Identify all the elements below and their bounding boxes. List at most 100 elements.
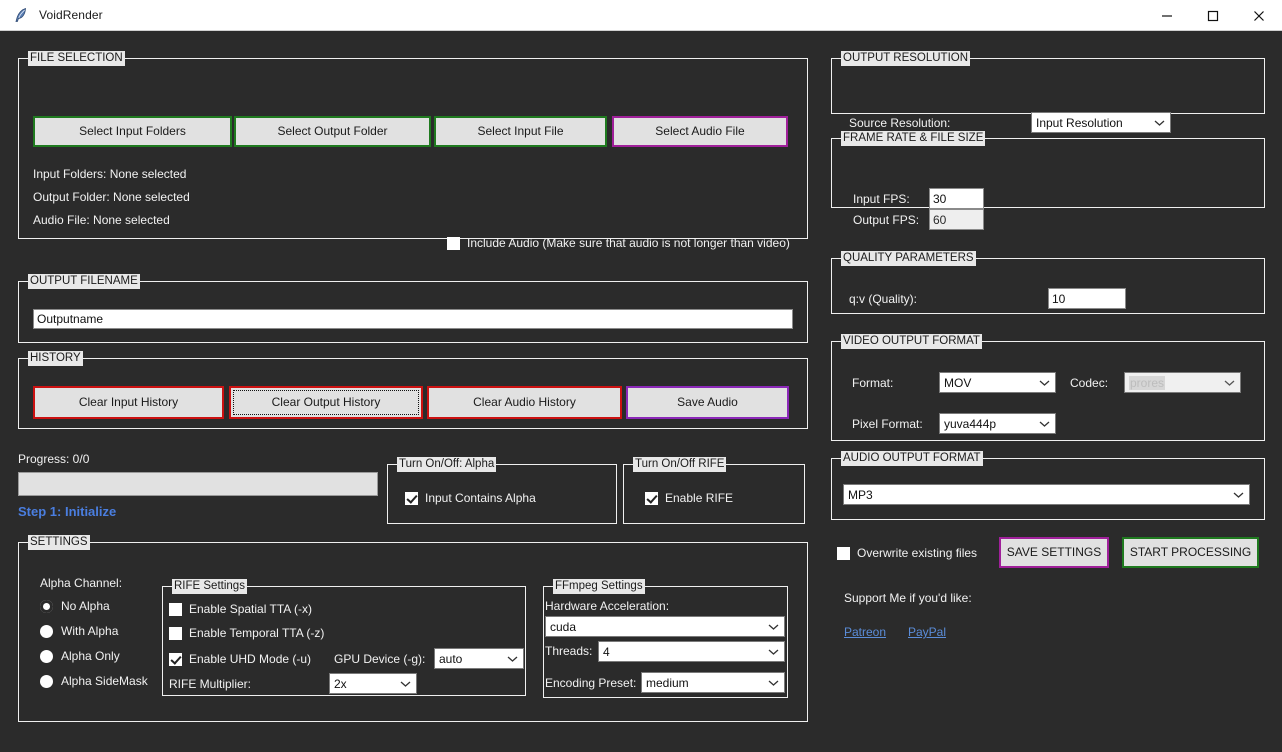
video-output-format-legend: VIDEO OUTPUT FORMAT xyxy=(841,334,982,349)
rife-multiplier-select[interactable]: 2x xyxy=(329,673,417,694)
rife-settings-legend: RIFE Settings xyxy=(172,579,247,594)
enable-spatial-tta-label: Enable Spatial TTA (-x) xyxy=(189,602,312,616)
enable-uhd-mode-checkbox[interactable]: Enable UHD Mode (-u) xyxy=(169,652,311,666)
enable-spatial-tta-box xyxy=(169,602,182,616)
enable-rife-box xyxy=(645,491,658,505)
history-legend: HISTORY xyxy=(28,351,83,366)
output-fps-label: Output FPS: xyxy=(853,213,920,227)
input-contains-alpha-label: Input Contains Alpha xyxy=(425,491,536,505)
encoding-preset-label: Encoding Preset: xyxy=(545,676,637,690)
maximize-icon[interactable] xyxy=(1190,0,1236,31)
codec-select: prores xyxy=(1124,372,1241,393)
chevron-down-icon xyxy=(768,679,779,686)
enable-temporal-tta-checkbox[interactable]: Enable Temporal TTA (-z) xyxy=(169,626,324,640)
file-selection-legend: FILE SELECTION xyxy=(28,51,125,66)
close-icon[interactable] xyxy=(1236,0,1282,31)
alpha-channel-label: Alpha Channel: xyxy=(40,576,123,590)
chevron-down-icon xyxy=(1224,379,1235,386)
output-resolution-group: OUTPUT RESOLUTION xyxy=(831,51,1265,114)
title-bar: VoidRender xyxy=(0,0,1282,31)
format-label: Format: xyxy=(852,376,894,390)
chevron-down-icon xyxy=(768,623,779,630)
threads-label: Threads: xyxy=(545,644,593,658)
pixel-format-value: yuva444p xyxy=(944,416,997,431)
toggle-alpha-legend: Turn On/Off: Alpha xyxy=(397,457,497,472)
gpu-device-value: auto xyxy=(439,651,463,666)
clear-audio-history-button[interactable]: Clear Audio History xyxy=(427,386,622,419)
format-select[interactable]: MOV xyxy=(939,372,1056,393)
input-contains-alpha-checkbox[interactable]: Input Contains Alpha xyxy=(405,491,536,505)
chevron-down-icon xyxy=(1233,491,1244,498)
enable-uhd-mode-label: Enable UHD Mode (-u) xyxy=(189,652,312,666)
pixel-format-label: Pixel Format: xyxy=(852,417,923,431)
frame-rate-legend: FRAME RATE & FILE SIZE xyxy=(841,131,986,146)
enable-rife-checkbox[interactable]: Enable RIFE xyxy=(645,491,733,505)
clear-output-history-button[interactable]: Clear Output History xyxy=(229,386,423,419)
output-filename-input[interactable]: Outputname xyxy=(33,309,793,329)
file-selection-group: FILE SELECTION xyxy=(18,51,808,239)
clear-input-history-button[interactable]: Clear Input History xyxy=(33,386,224,419)
input-folders-status: Input Folders: None selected xyxy=(33,167,187,181)
patreon-link[interactable]: Patreon xyxy=(844,625,886,639)
source-resolution-value: Input Resolution xyxy=(1036,115,1123,130)
threads-select[interactable]: 4 xyxy=(598,641,785,662)
hardware-acceleration-label: Hardware Acceleration: xyxy=(545,599,670,613)
input-fps-label: Input FPS: xyxy=(853,192,910,206)
chevron-down-icon xyxy=(1154,119,1165,126)
radio-with-alpha[interactable]: With Alpha xyxy=(40,624,118,638)
radio-alpha-sidemask-dot xyxy=(40,674,53,688)
toggle-rife-legend: Turn On/Off RIFE xyxy=(633,457,727,472)
workspace: FILE SELECTION Select Input Folders Sele… xyxy=(0,31,1282,752)
save-audio-button[interactable]: Save Audio xyxy=(626,386,789,419)
enable-temporal-tta-box xyxy=(169,626,182,640)
select-input-file-button[interactable]: Select Input File xyxy=(434,116,607,147)
ffmpeg-settings-legend: FFmpeg Settings xyxy=(553,579,645,594)
threads-value: 4 xyxy=(603,644,610,659)
radio-alpha-only[interactable]: Alpha Only xyxy=(40,649,120,663)
settings-legend: SETTINGS xyxy=(28,535,90,550)
paypal-link[interactable]: PayPal xyxy=(908,625,946,639)
source-resolution-label: Source Resolution: xyxy=(849,116,951,130)
minimize-icon[interactable] xyxy=(1144,0,1190,31)
radio-no-alpha[interactable]: No Alpha xyxy=(40,599,110,613)
qv-field[interactable]: 10 xyxy=(1048,288,1126,309)
select-output-folder-button[interactable]: Select Output Folder xyxy=(234,116,431,147)
codec-label: Codec: xyxy=(1070,376,1109,390)
window-controls xyxy=(1144,0,1282,31)
chevron-down-icon xyxy=(1039,379,1050,386)
start-processing-button[interactable]: START PROCESSING xyxy=(1122,537,1259,568)
gpu-device-select[interactable]: auto xyxy=(434,648,524,669)
include-audio-label: Include Audio (Make sure that audio is n… xyxy=(467,236,790,250)
radio-with-alpha-dot xyxy=(40,624,53,638)
select-input-folders-button[interactable]: Select Input Folders xyxy=(33,116,232,147)
source-resolution-select[interactable]: Input Resolution xyxy=(1031,112,1171,133)
radio-alpha-sidemask[interactable]: Alpha SideMask xyxy=(40,674,148,688)
rife-multiplier-value: 2x xyxy=(334,676,347,691)
window-title: VoidRender xyxy=(39,8,103,22)
pixel-format-select[interactable]: yuva444p xyxy=(939,413,1056,434)
encoding-preset-value: medium xyxy=(646,675,689,690)
select-audio-file-button[interactable]: Select Audio File xyxy=(612,116,788,147)
radio-with-alpha-label: With Alpha xyxy=(61,624,119,638)
enable-temporal-tta-label: Enable Temporal TTA (-z) xyxy=(189,626,325,640)
encoding-preset-select[interactable]: medium xyxy=(641,672,785,693)
output-fps-field: 60 xyxy=(929,209,984,230)
overwrite-existing-files-checkbox[interactable]: Overwrite existing files xyxy=(837,546,977,560)
chevron-down-icon xyxy=(1039,420,1050,427)
progress-bar xyxy=(18,472,378,496)
hardware-acceleration-select[interactable]: cuda xyxy=(545,616,785,637)
input-fps-field[interactable]: 30 xyxy=(929,188,984,209)
overwrite-existing-files-box xyxy=(837,546,850,560)
input-contains-alpha-box xyxy=(405,491,418,505)
include-audio-box xyxy=(447,236,460,250)
chevron-down-icon xyxy=(400,680,411,687)
audio-output-format-legend: AUDIO OUTPUT FORMAT xyxy=(841,451,983,466)
progress-label: Progress: 0/0 xyxy=(18,452,90,466)
audio-output-format-select[interactable]: MP3 xyxy=(843,484,1250,505)
enable-uhd-mode-box xyxy=(169,652,182,666)
include-audio-checkbox[interactable]: Include Audio (Make sure that audio is n… xyxy=(447,236,790,250)
progress-step-text: Step 1: Initialize xyxy=(18,504,117,519)
enable-spatial-tta-checkbox[interactable]: Enable Spatial TTA (-x) xyxy=(169,602,312,616)
enable-rife-label: Enable RIFE xyxy=(665,491,734,505)
save-settings-button[interactable]: SAVE SETTINGS xyxy=(999,537,1109,568)
